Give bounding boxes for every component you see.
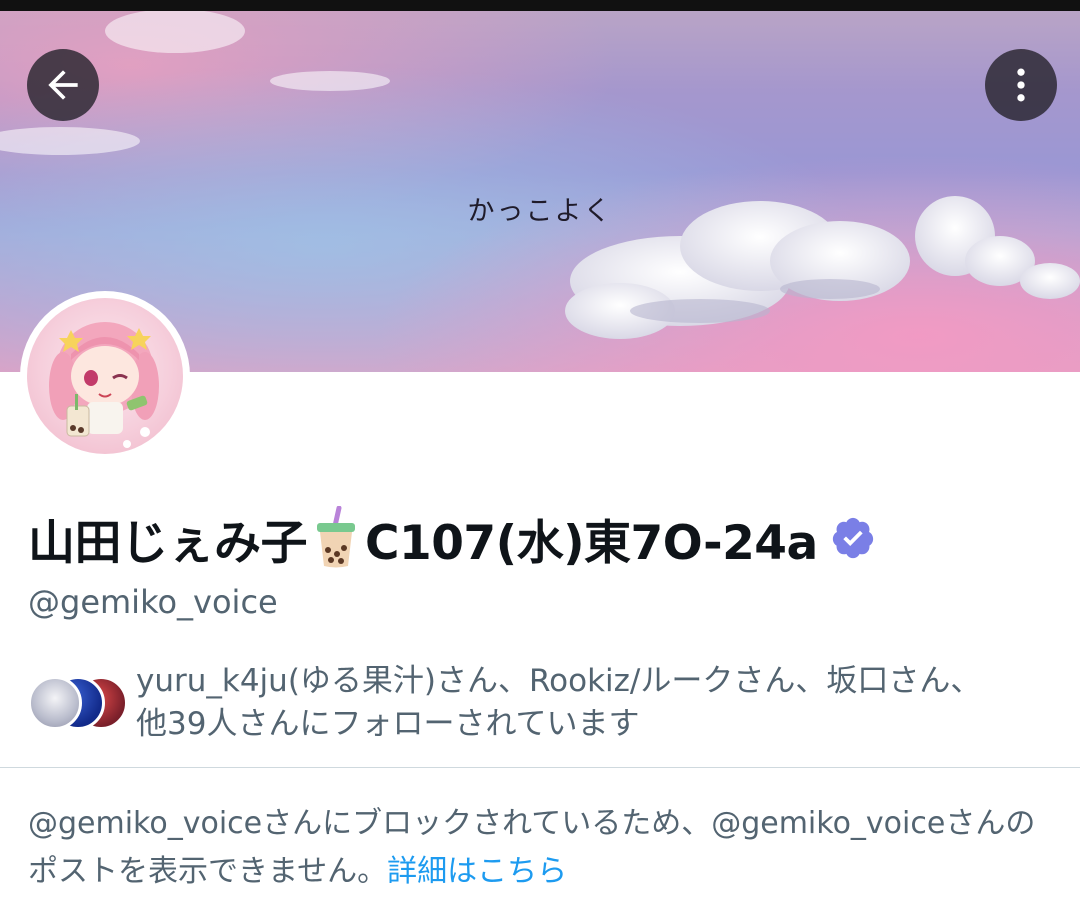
profile-avatar[interactable]: [20, 291, 190, 461]
followed-by-text: yuru_k4ju(ゆる果汁)さん、Rookiz/ルークさん、坂口さん、 他39…: [136, 660, 1056, 746]
status-bar-strip: [0, 0, 1080, 11]
display-name-event-info: C107(水)東7O-24a: [365, 515, 818, 571]
blocked-notice-line-2: ポストを表示できません。: [28, 854, 388, 889]
blocked-notice: @gemiko_voiceさんにブロックされているため、@gemiko_voic…: [28, 800, 1058, 896]
followed-by-line-2: 他39人さんにフォローされています: [136, 706, 640, 742]
more-options-button[interactable]: [985, 49, 1057, 121]
profile-handle: @gemiko_voice: [28, 583, 278, 621]
verified-badge-icon[interactable]: [830, 515, 876, 561]
followed-by-line-1: yuru_k4ju(ゆる果汁)さん、Rookiz/ルークさん、坂口さん、: [136, 663, 982, 699]
back-button[interactable]: [27, 49, 99, 121]
section-divider: [0, 767, 1080, 768]
bubble-tea-icon: [311, 505, 361, 570]
arrow-left-icon: [48, 70, 78, 100]
more-vertical-icon: [1017, 68, 1025, 102]
follower-avatar: [28, 676, 82, 730]
blocked-notice-line-2-wrap: ポストを表示できません。詳細はこちら: [28, 848, 1058, 896]
follower-avatars: [28, 676, 128, 736]
followed-by-row[interactable]: yuru_k4ju(ゆる果汁)さん、Rookiz/ルークさん、坂口さん、 他39…: [28, 660, 1058, 750]
blocked-notice-line-1: @gemiko_voiceさんにブロックされているため、@gemiko_voic…: [28, 806, 1036, 841]
banner-caption: かっこよく: [467, 196, 613, 227]
display-name: 山田じぇみ子: [28, 515, 308, 571]
avatar-image: [27, 298, 183, 454]
display-name-row: 山田じぇみ子 C107(水)東7O-24a: [28, 503, 876, 573]
learn-more-link[interactable]: 詳細はこちら: [387, 854, 567, 889]
